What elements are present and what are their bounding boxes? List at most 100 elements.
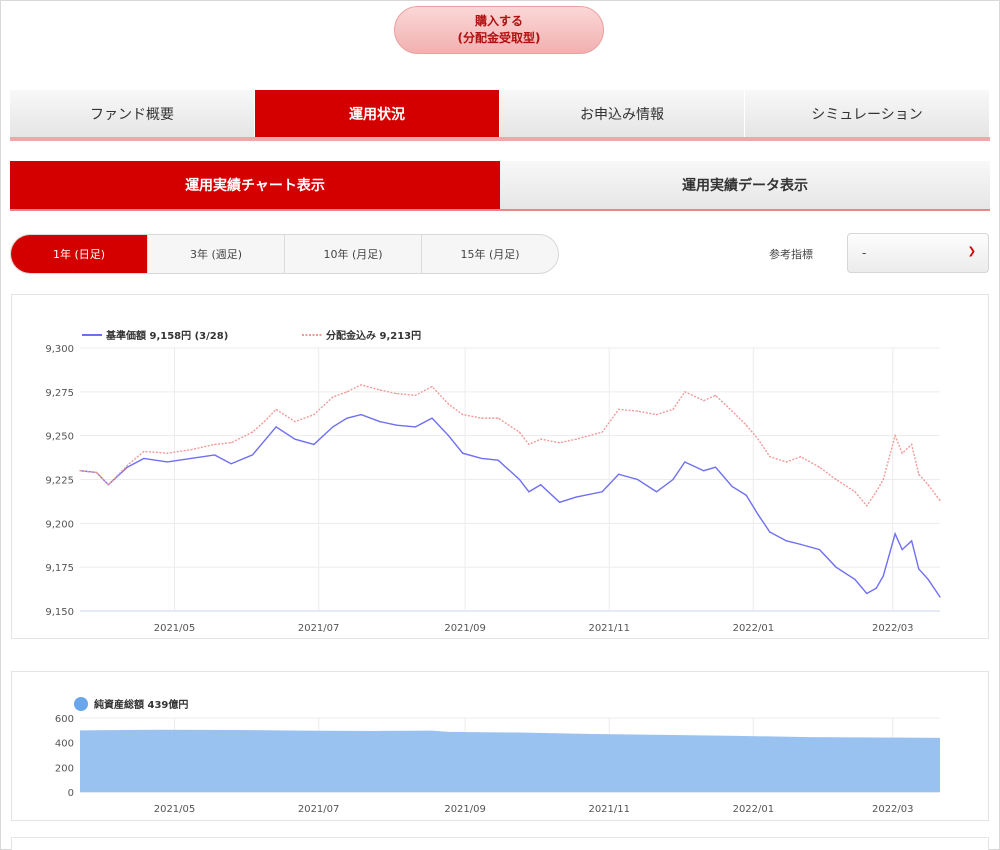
data-point	[518, 431, 521, 433]
data-point	[332, 426, 334, 428]
data-point	[360, 414, 362, 416]
data-point	[95, 471, 98, 474]
data-point	[818, 466, 821, 468]
data-point	[230, 442, 232, 444]
data-point	[745, 494, 747, 496]
data-point	[835, 478, 837, 481]
chevron-down-icon: ❯	[967, 246, 976, 257]
data-point	[462, 414, 464, 416]
data-point	[313, 414, 315, 416]
data-point	[447, 435, 450, 437]
data-point	[263, 440, 265, 442]
tab-performance-data[interactable]: 運用実績データ表示	[500, 161, 990, 209]
tab-fund-overview[interactable]: ファンド概要	[10, 90, 255, 137]
buy-button-line1: 購入する	[474, 14, 523, 28]
x-tick-label: 2021/05	[154, 623, 196, 634]
period-3y-weekly[interactable]: 3年 (週足)	[148, 235, 285, 273]
data-point	[395, 392, 398, 395]
data-point	[618, 408, 620, 410]
price-chart-panel: 基準価額 9,158円 (3/28) 分配金込み 9,213円 9,300 9,275…	[11, 294, 989, 639]
data-point	[927, 484, 929, 486]
series-area-0	[80, 729, 940, 792]
data-point	[655, 491, 658, 493]
x-tick-label: 2022/03	[872, 623, 914, 634]
tab-application-info[interactable]: お申込み情報	[500, 90, 745, 137]
data-point	[894, 533, 896, 535]
data-point	[745, 424, 747, 426]
data-point	[294, 438, 296, 440]
data-point	[497, 459, 499, 461]
data-point	[107, 484, 109, 486]
data-point	[275, 408, 277, 410]
data-point	[559, 442, 561, 444]
data-point	[835, 566, 837, 568]
data-point	[143, 457, 145, 460]
data-point	[126, 464, 128, 467]
tab-performance-chart[interactable]: 運用実績チャート表示	[10, 161, 500, 209]
data-point	[214, 443, 216, 446]
data-point	[379, 389, 381, 391]
data-point	[190, 449, 192, 451]
data-point	[636, 478, 639, 481]
data-point	[757, 438, 759, 440]
data-point	[854, 491, 856, 493]
data-point	[703, 470, 705, 472]
y-tick-label: 200	[55, 763, 74, 774]
data-point	[818, 549, 821, 551]
data-point	[540, 438, 542, 440]
data-point	[79, 470, 81, 472]
data-point	[251, 454, 254, 456]
data-point	[263, 421, 265, 423]
buy-button[interactable]: 購入する (分配金受取型)	[394, 6, 604, 54]
price-chart: 基準価額 9,158円 (3/28) 分配金込み 9,213円 9,300 9,275…	[45, 329, 941, 634]
data-point	[866, 592, 868, 595]
data-point	[143, 450, 145, 453]
data-point	[769, 456, 771, 458]
x-tick-label: 2021/09	[444, 804, 486, 815]
data-point	[800, 456, 802, 458]
data-point	[528, 443, 530, 446]
data-point	[918, 568, 920, 570]
legend-assets: 純資産総額 439億円	[94, 698, 188, 711]
legend-dist: 分配金込み 9,213円	[326, 329, 421, 342]
period-15y-monthly[interactable]: 15年 (月足)	[422, 235, 558, 273]
data-point	[275, 426, 277, 428]
data-point	[447, 403, 450, 405]
data-point	[731, 410, 733, 412]
page-frame: 購入する (分配金受取型) ファンド概要 運用状況 お申込み情報 シミュレーショ…	[0, 0, 1000, 850]
data-point	[684, 391, 686, 393]
data-point	[518, 478, 521, 481]
data-point	[882, 478, 884, 481]
tab-simulation[interactable]: シミュレーション	[745, 90, 990, 137]
legend-nav: 基準価額 9,158円 (3/28)	[105, 329, 228, 342]
data-point	[636, 410, 639, 412]
data-point	[313, 443, 315, 446]
data-point	[757, 513, 759, 516]
data-point	[918, 473, 920, 475]
data-point	[618, 473, 620, 475]
data-point	[769, 531, 771, 533]
data-point	[601, 491, 603, 493]
tab-operation-status[interactable]: 運用状況	[255, 90, 500, 137]
data-point	[785, 461, 788, 463]
period-selector: 1年 (日足) 3年 (週足) 10年 (月足) 15年 (月足)	[10, 234, 559, 274]
x-tick-label: 2022/03	[872, 804, 914, 815]
y-tick-label: 400	[55, 739, 74, 750]
data-point	[346, 391, 348, 393]
data-point	[497, 417, 499, 419]
x-tick-label: 2022/01	[733, 804, 775, 815]
data-point	[927, 578, 929, 581]
data-point	[911, 540, 913, 542]
data-point	[866, 505, 868, 507]
data-point	[901, 549, 903, 551]
period-10y-monthly[interactable]: 10年 (月足)	[285, 235, 422, 273]
y-tick-label: 9,225	[45, 476, 74, 487]
data-point	[360, 384, 362, 386]
data-point	[875, 587, 877, 589]
x-tick-label: 2021/07	[298, 804, 340, 815]
data-point	[575, 496, 577, 498]
period-1y-daily[interactable]: 1年 (日足)	[11, 235, 148, 273]
reference-index-select[interactable]: - ❯	[847, 233, 989, 273]
y-tick-label: 9,150	[45, 607, 74, 618]
data-point	[379, 421, 381, 423]
